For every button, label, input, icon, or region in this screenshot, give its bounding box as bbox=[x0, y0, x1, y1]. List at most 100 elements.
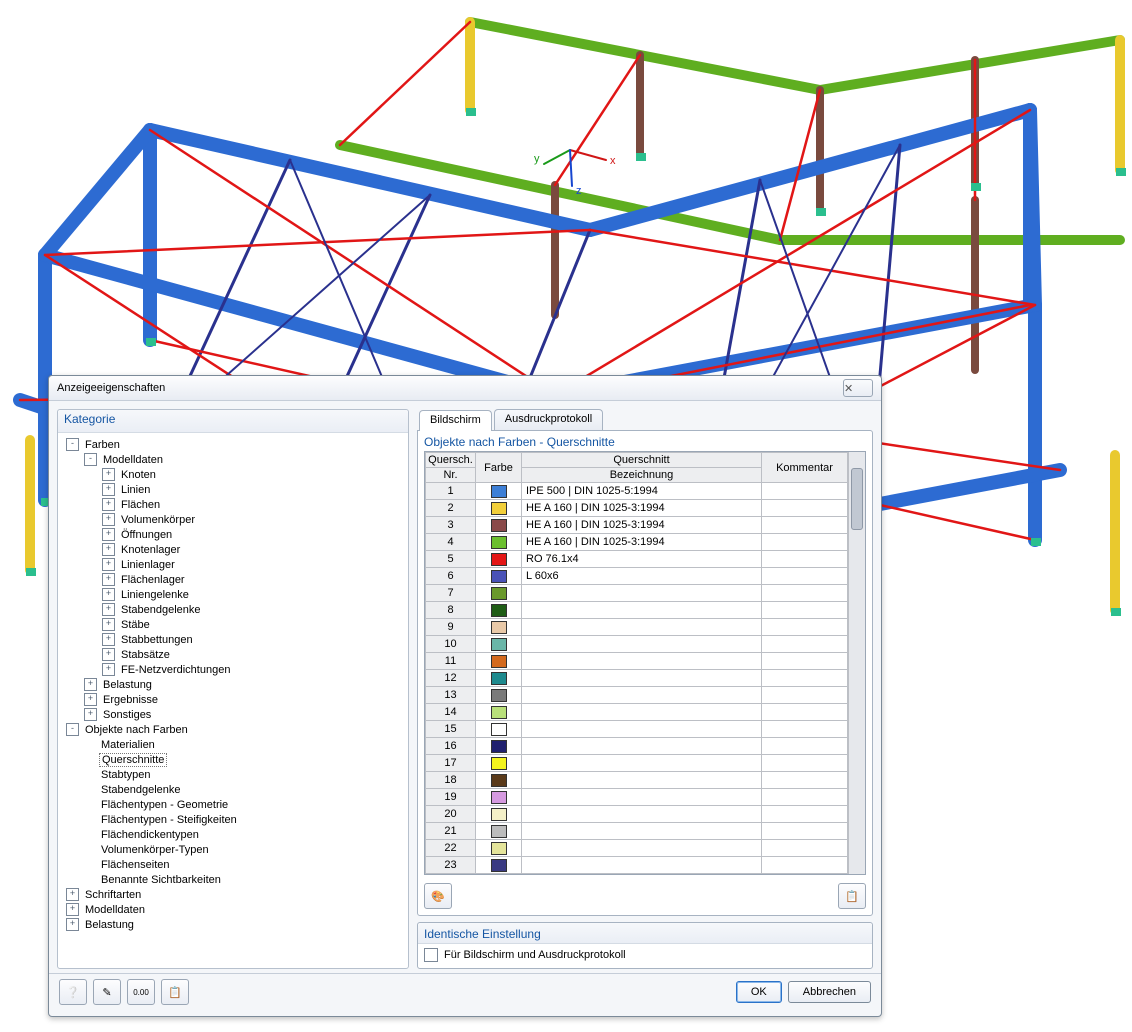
table-scrollbar[interactable] bbox=[848, 452, 865, 874]
table-row[interactable]: 16 bbox=[426, 738, 848, 755]
cell-color[interactable] bbox=[476, 738, 522, 755]
export-button[interactable]: 📋 bbox=[838, 883, 866, 909]
table-row[interactable]: 11 bbox=[426, 653, 848, 670]
tree-item[interactable]: Benannte Sichtbarkeiten bbox=[62, 872, 406, 887]
tree-toggle[interactable]: + bbox=[102, 648, 115, 661]
cell-color[interactable] bbox=[476, 585, 522, 602]
cell-description[interactable]: IPE 500 | DIN 1025-5:1994 bbox=[522, 483, 762, 500]
cell-comment[interactable] bbox=[762, 602, 848, 619]
tree-item[interactable]: Flächentypen - Geometrie bbox=[62, 797, 406, 812]
cell-description[interactable] bbox=[522, 687, 762, 704]
tree-item[interactable]: Querschnitte bbox=[62, 752, 406, 767]
table-row[interactable]: 10 bbox=[426, 636, 848, 653]
tree-toggle[interactable]: + bbox=[84, 678, 97, 691]
cell-color[interactable] bbox=[476, 653, 522, 670]
tree-toggle[interactable]: - bbox=[66, 723, 79, 736]
tree-item[interactable]: +Stäbe bbox=[62, 617, 406, 632]
cell-description[interactable] bbox=[522, 789, 762, 806]
table-row[interactable]: 4HE A 160 | DIN 1025-3:1994 bbox=[426, 534, 848, 551]
tree-item[interactable]: Materialien bbox=[62, 737, 406, 752]
tree-toggle[interactable]: + bbox=[102, 513, 115, 526]
tab-screen[interactable]: Bildschirm bbox=[419, 410, 492, 431]
tree-item[interactable]: +Volumenkörper bbox=[62, 512, 406, 527]
dialog-close-button[interactable]: ✕ bbox=[843, 379, 873, 397]
cell-comment[interactable] bbox=[762, 738, 848, 755]
table-row[interactable]: 1IPE 500 | DIN 1025-5:1994 bbox=[426, 483, 848, 500]
tree-toggle[interactable]: + bbox=[66, 903, 79, 916]
table-row[interactable]: 15 bbox=[426, 721, 848, 738]
cell-comment[interactable] bbox=[762, 517, 848, 534]
cell-description[interactable] bbox=[522, 619, 762, 636]
cell-color[interactable] bbox=[476, 840, 522, 857]
table-row[interactable]: 7 bbox=[426, 585, 848, 602]
cell-color[interactable] bbox=[476, 806, 522, 823]
tree-toggle[interactable]: + bbox=[66, 918, 79, 931]
tree-item[interactable]: +Liniengelenke bbox=[62, 587, 406, 602]
cell-color[interactable] bbox=[476, 755, 522, 772]
tree-toggle[interactable]: + bbox=[102, 618, 115, 631]
ok-button[interactable]: OK bbox=[736, 981, 782, 1003]
cell-comment[interactable] bbox=[762, 619, 848, 636]
cell-description[interactable] bbox=[522, 823, 762, 840]
cell-description[interactable] bbox=[522, 653, 762, 670]
table-row[interactable]: 14 bbox=[426, 704, 848, 721]
tree-toggle[interactable]: - bbox=[66, 438, 79, 451]
tree-item[interactable]: +Linien bbox=[62, 482, 406, 497]
cell-color[interactable] bbox=[476, 602, 522, 619]
cell-description[interactable] bbox=[522, 636, 762, 653]
tree-item[interactable]: +Flächenlager bbox=[62, 572, 406, 587]
identical-checkbox[interactable] bbox=[424, 948, 438, 962]
dialog-titlebar[interactable]: Anzeigeeigenschaften ✕ bbox=[49, 376, 881, 401]
cell-description[interactable] bbox=[522, 585, 762, 602]
cell-comment[interactable] bbox=[762, 721, 848, 738]
table-row[interactable]: 12 bbox=[426, 670, 848, 687]
tree-item[interactable]: Flächentypen - Steifigkeiten bbox=[62, 812, 406, 827]
cell-comment[interactable] bbox=[762, 772, 848, 789]
cell-color[interactable] bbox=[476, 670, 522, 687]
cell-color[interactable] bbox=[476, 534, 522, 551]
cell-color[interactable] bbox=[476, 551, 522, 568]
edit-button[interactable]: ✎ bbox=[93, 979, 121, 1005]
cell-comment[interactable] bbox=[762, 670, 848, 687]
cancel-button[interactable]: Abbrechen bbox=[788, 981, 871, 1003]
cell-comment[interactable] bbox=[762, 806, 848, 823]
tree-toggle[interactable]: + bbox=[102, 528, 115, 541]
cell-description[interactable] bbox=[522, 721, 762, 738]
tree-item[interactable]: +Stabbettungen bbox=[62, 632, 406, 647]
palette-button[interactable]: 🎨 bbox=[424, 883, 452, 909]
cell-comment[interactable] bbox=[762, 857, 848, 874]
cell-color[interactable] bbox=[476, 483, 522, 500]
cell-comment[interactable] bbox=[762, 568, 848, 585]
cell-description[interactable] bbox=[522, 670, 762, 687]
cell-description[interactable] bbox=[522, 840, 762, 857]
cell-description[interactable]: HE A 160 | DIN 1025-3:1994 bbox=[522, 500, 762, 517]
tree-toggle[interactable]: + bbox=[102, 588, 115, 601]
tree-item[interactable]: Volumenkörper-Typen bbox=[62, 842, 406, 857]
cell-description[interactable]: HE A 160 | DIN 1025-3:1994 bbox=[522, 517, 762, 534]
tree-item[interactable]: -Farben bbox=[62, 437, 406, 452]
tree-toggle[interactable]: - bbox=[84, 453, 97, 466]
cell-color[interactable] bbox=[476, 704, 522, 721]
tree-item[interactable]: Flächenseiten bbox=[62, 857, 406, 872]
tree-toggle[interactable]: + bbox=[84, 693, 97, 706]
copy-button[interactable]: 📋 bbox=[161, 979, 189, 1005]
cell-description[interactable]: HE A 160 | DIN 1025-3:1994 bbox=[522, 534, 762, 551]
category-tree[interactable]: -Farben-Modelldaten+Knoten+Linien+Fläche… bbox=[58, 433, 408, 968]
tree-item[interactable]: +Knoten bbox=[62, 467, 406, 482]
tree-item[interactable]: +FE-Netzverdichtungen bbox=[62, 662, 406, 677]
cell-color[interactable] bbox=[476, 789, 522, 806]
tree-item[interactable]: Stabendgelenke bbox=[62, 782, 406, 797]
cell-description[interactable]: RO 76.1x4 bbox=[522, 551, 762, 568]
tree-item[interactable]: +Knotenlager bbox=[62, 542, 406, 557]
cell-comment[interactable] bbox=[762, 840, 848, 857]
table-row[interactable]: 2HE A 160 | DIN 1025-3:1994 bbox=[426, 500, 848, 517]
tree-toggle[interactable]: + bbox=[102, 663, 115, 676]
tree-toggle[interactable]: + bbox=[84, 708, 97, 721]
table-row[interactable]: 6L 60x6 bbox=[426, 568, 848, 585]
tree-item[interactable]: +Belastung bbox=[62, 677, 406, 692]
table-row[interactable]: 9 bbox=[426, 619, 848, 636]
cell-description[interactable] bbox=[522, 806, 762, 823]
cell-comment[interactable] bbox=[762, 653, 848, 670]
tree-item[interactable]: +Modelldaten bbox=[62, 902, 406, 917]
tree-toggle[interactable]: + bbox=[102, 603, 115, 616]
